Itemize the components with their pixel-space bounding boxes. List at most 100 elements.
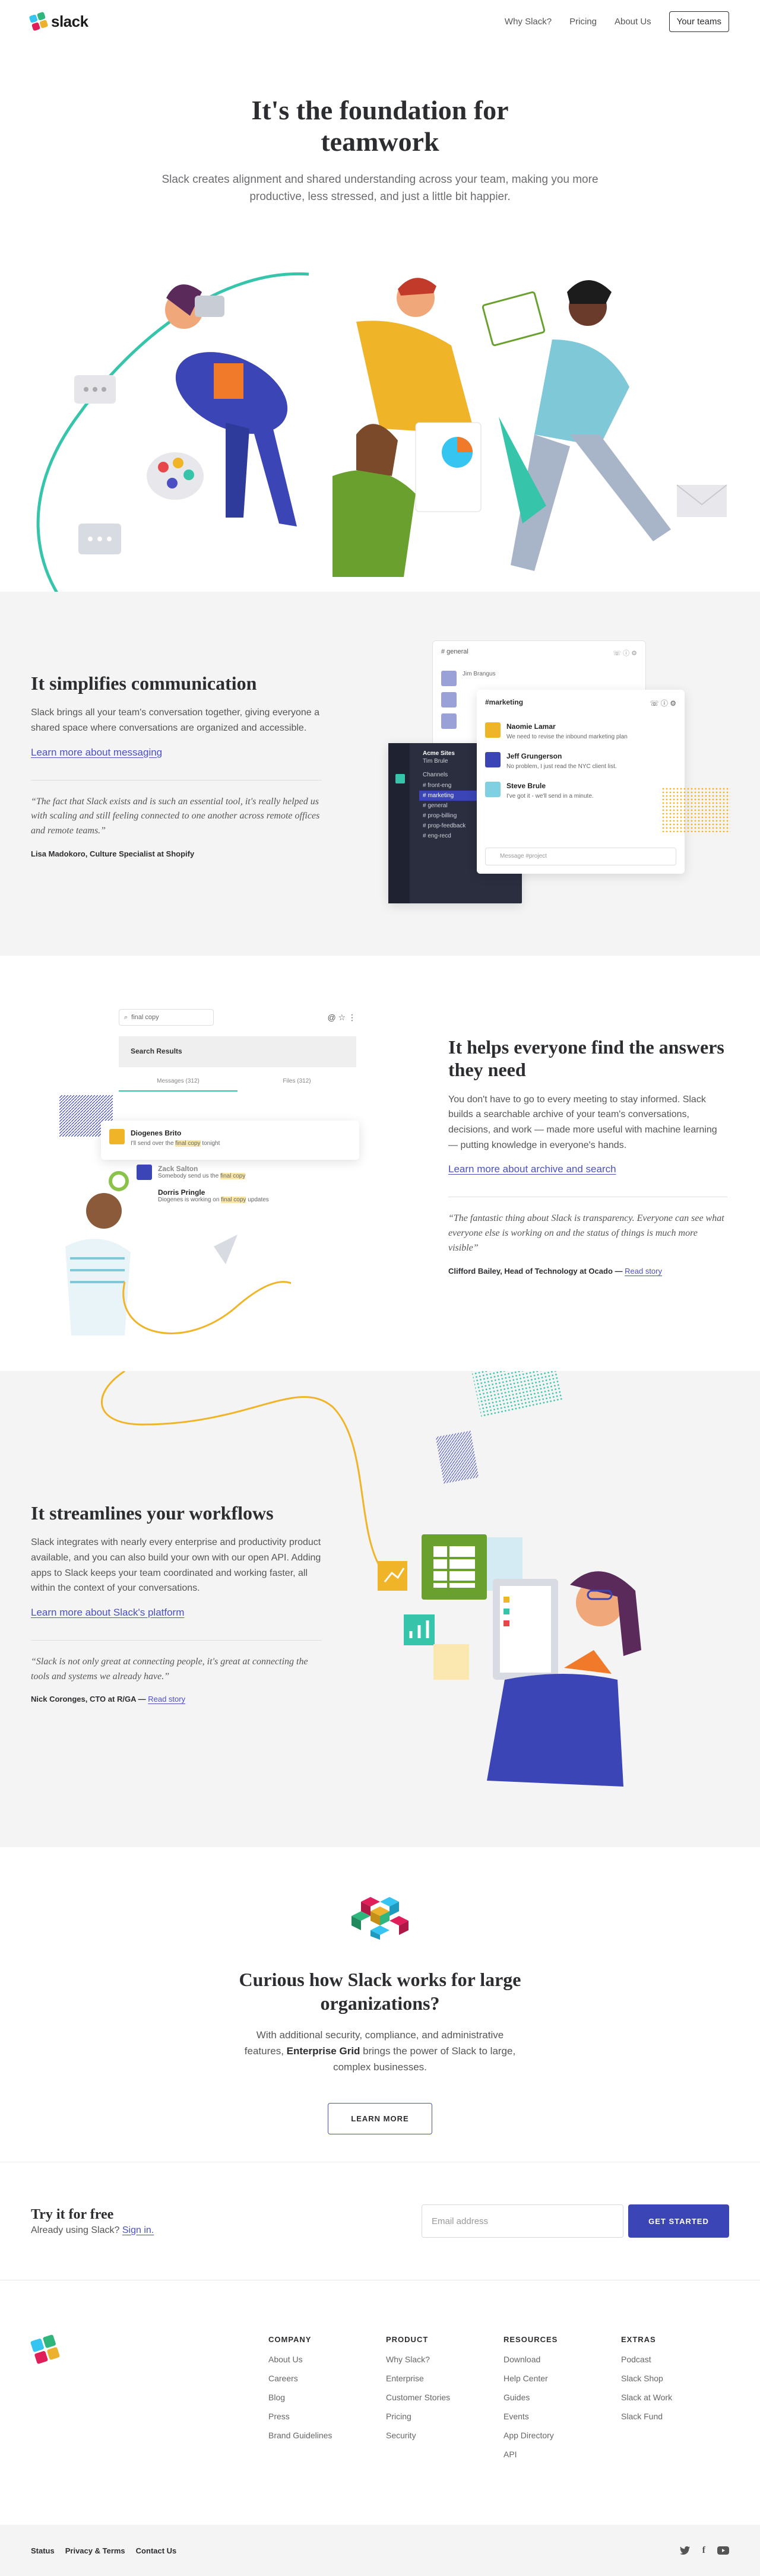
footer-link[interactable]: Careers: [268, 2374, 386, 2383]
your-teams-button[interactable]: Your teams: [669, 11, 729, 32]
person-magnifier-illustration: [65, 1171, 291, 1335]
back-channel-name: # general: [441, 648, 468, 655]
try-free-section: Try it for free Already using Slack? Sig…: [0, 2162, 760, 2280]
search-body: You don't have to go to every meeting to…: [448, 1094, 717, 1150]
footer-link[interactable]: Slack at Work: [621, 2393, 739, 2402]
social-links: f: [679, 2545, 729, 2556]
platform-link[interactable]: Learn more about Slack's platform: [31, 1607, 184, 1619]
footer-link[interactable]: Guides: [504, 2393, 621, 2402]
footer-link[interactable]: Download: [504, 2355, 621, 2364]
divider: [31, 779, 322, 781]
try-sub: Already using Slack? Sign in.: [31, 2225, 154, 2235]
footer-link[interactable]: API: [504, 2450, 621, 2459]
top-nav: slack Why Slack? Pricing About Us Your t…: [0, 0, 760, 43]
facebook-icon[interactable]: f: [702, 2545, 705, 2556]
footer-link[interactable]: Enterprise: [386, 2374, 504, 2383]
messaging-link[interactable]: Learn more about messaging: [31, 747, 162, 759]
enterprise-section: Curious how Slack works for large organi…: [0, 1847, 760, 2162]
email-field[interactable]: Email address: [422, 2204, 623, 2238]
try-title: Try it for free: [31, 2206, 114, 2222]
person-teal-shirt: [482, 280, 671, 571]
footer-link[interactable]: Slack Fund: [621, 2412, 739, 2421]
info-icon[interactable]: ⓘ: [661, 699, 668, 708]
search-icon: ⌕: [124, 1013, 128, 1021]
enterprise-title: Curious how Slack works for large organi…: [239, 1969, 521, 2014]
twitter-icon[interactable]: [679, 2546, 691, 2555]
back-user: Jim Brangus: [463, 671, 496, 677]
result-highlight[interactable]: Diogenes Brito I'll send over the final c…: [101, 1121, 359, 1160]
hero-title: It's the foundation for teamwork: [251, 95, 509, 157]
results-header: Search Results: [119, 1036, 356, 1067]
speech-bubble-icon: [74, 375, 116, 404]
archive-search-link[interactable]: Learn more about archive and search: [448, 1163, 616, 1175]
footer-link[interactable]: Blog: [268, 2393, 386, 2402]
tab-files[interactable]: Files (312): [238, 1078, 356, 1092]
nav-about-us[interactable]: About Us: [615, 17, 651, 27]
search-mock: ⌕ final copy @ ☆ ⋮ Search Results Message…: [119, 1009, 356, 1092]
nav-pricing[interactable]: Pricing: [569, 17, 597, 27]
sign-in-link[interactable]: Sign in.: [122, 2225, 154, 2235]
nav-why-slack[interactable]: Why Slack?: [505, 17, 552, 27]
search-input[interactable]: ⌕ final copy: [119, 1009, 214, 1026]
footer: COMPANY About Us Careers Blog Press Bran…: [0, 2280, 760, 2525]
palette-icon: [147, 452, 204, 500]
person-yellow-sweater: [356, 278, 475, 434]
hero-section: It's the foundation for teamwork Slack c…: [0, 43, 760, 636]
message: Naomie Lamar We need to revise the inboun…: [485, 722, 676, 741]
footer-col-extras: EXTRAS Podcast Slack Shop Slack at Work …: [621, 2335, 739, 2469]
read-story-link[interactable]: Read story: [625, 1267, 662, 1276]
workflows-cite: Nick Coronges, CTO at R/GA — Read story: [31, 1695, 186, 1704]
person-green-shirt: [332, 422, 482, 577]
enterprise-grid-icon: [352, 1897, 408, 1940]
contact-us-link[interactable]: Contact Us: [136, 2546, 177, 2555]
workflows-body: Slack integrates with nearly every enter…: [31, 1537, 321, 1594]
message-input[interactable]: Message #project: [485, 848, 676, 865]
workflows-quote: “Slack is not only great at connecting p…: [31, 1656, 308, 1682]
enterprise-body: With additional security, compliance, an…: [244, 2029, 516, 2073]
search-section: ⌕ final copy @ ☆ ⋮ Search Results Message…: [0, 956, 760, 1371]
footer-link[interactable]: Customer Stories: [386, 2393, 504, 2402]
star-icon[interactable]: ☆: [338, 1013, 346, 1022]
chat-bubble-icon: [78, 524, 121, 554]
more-icon[interactable]: ⋮: [348, 1013, 356, 1022]
brand-name: slack: [51, 12, 88, 30]
communication-quote: “The fact that Slack exists and is such …: [31, 796, 320, 836]
slack-hash-icon[interactable]: [30, 2334, 61, 2365]
learn-more-button[interactable]: LEARN MORE: [328, 2102, 432, 2134]
footer-bottom-bar: Status Privacy & Terms Contact Us f: [0, 2525, 760, 2576]
footer-link[interactable]: Security: [386, 2431, 504, 2440]
tab-messages[interactable]: Messages (312): [119, 1078, 238, 1092]
slack-logo-icon: [28, 11, 49, 31]
workflows-title: It streamlines your workflows: [31, 1502, 274, 1524]
read-story-link[interactable]: Read story: [148, 1695, 185, 1703]
gear-icon[interactable]: ⚙: [670, 699, 676, 708]
nav-links: Why Slack? Pricing About Us Your teams: [505, 11, 729, 32]
status-link[interactable]: Status: [31, 2546, 55, 2555]
footer-link[interactable]: Pricing: [386, 2412, 504, 2421]
footer-link[interactable]: About Us: [268, 2355, 386, 2364]
message: Steve Brule I've got it - we'll send in a…: [485, 782, 676, 801]
footer-link[interactable]: Events: [504, 2412, 621, 2421]
phone-icon[interactable]: ☏: [650, 699, 659, 708]
at-icon[interactable]: @: [327, 1013, 335, 1022]
hero-subtitle: Slack creates alignment and shared under…: [162, 173, 598, 204]
footer-link[interactable]: Podcast: [621, 2355, 739, 2364]
search-quote: “The fantastic thing about Slack is tran…: [448, 1213, 724, 1253]
footer-link[interactable]: App Directory: [504, 2431, 621, 2440]
youtube-icon[interactable]: [717, 2546, 729, 2555]
get-started-button[interactable]: GET STARTED: [628, 2204, 729, 2238]
communication-cite: Lisa Madokoro, Culture Specialist at Sho…: [31, 849, 195, 858]
divider: [31, 1639, 322, 1641]
hero-illustration: [36, 272, 727, 636]
privacy-terms-link[interactable]: Privacy & Terms: [65, 2546, 125, 2555]
footer-link[interactable]: Brand Guidelines: [268, 2431, 386, 2440]
footer-col-resources: RESOURCES Download Help Center Guides Ev…: [504, 2335, 621, 2469]
footer-link[interactable]: Slack Shop: [621, 2374, 739, 2383]
marketing-channel-card: #marketing ☏ ⓘ ⚙ Naomie Lamar We need to …: [477, 690, 685, 874]
footer-link[interactable]: Why Slack?: [386, 2355, 504, 2364]
footer-link[interactable]: Press: [268, 2412, 386, 2421]
workflows-section: It streamlines your workflows Slack inte…: [0, 1371, 760, 1847]
communication-body: Slack brings all your team's conversatio…: [31, 708, 319, 733]
footer-link[interactable]: Help Center: [504, 2374, 621, 2383]
slack-logo[interactable]: slack: [28, 11, 88, 31]
